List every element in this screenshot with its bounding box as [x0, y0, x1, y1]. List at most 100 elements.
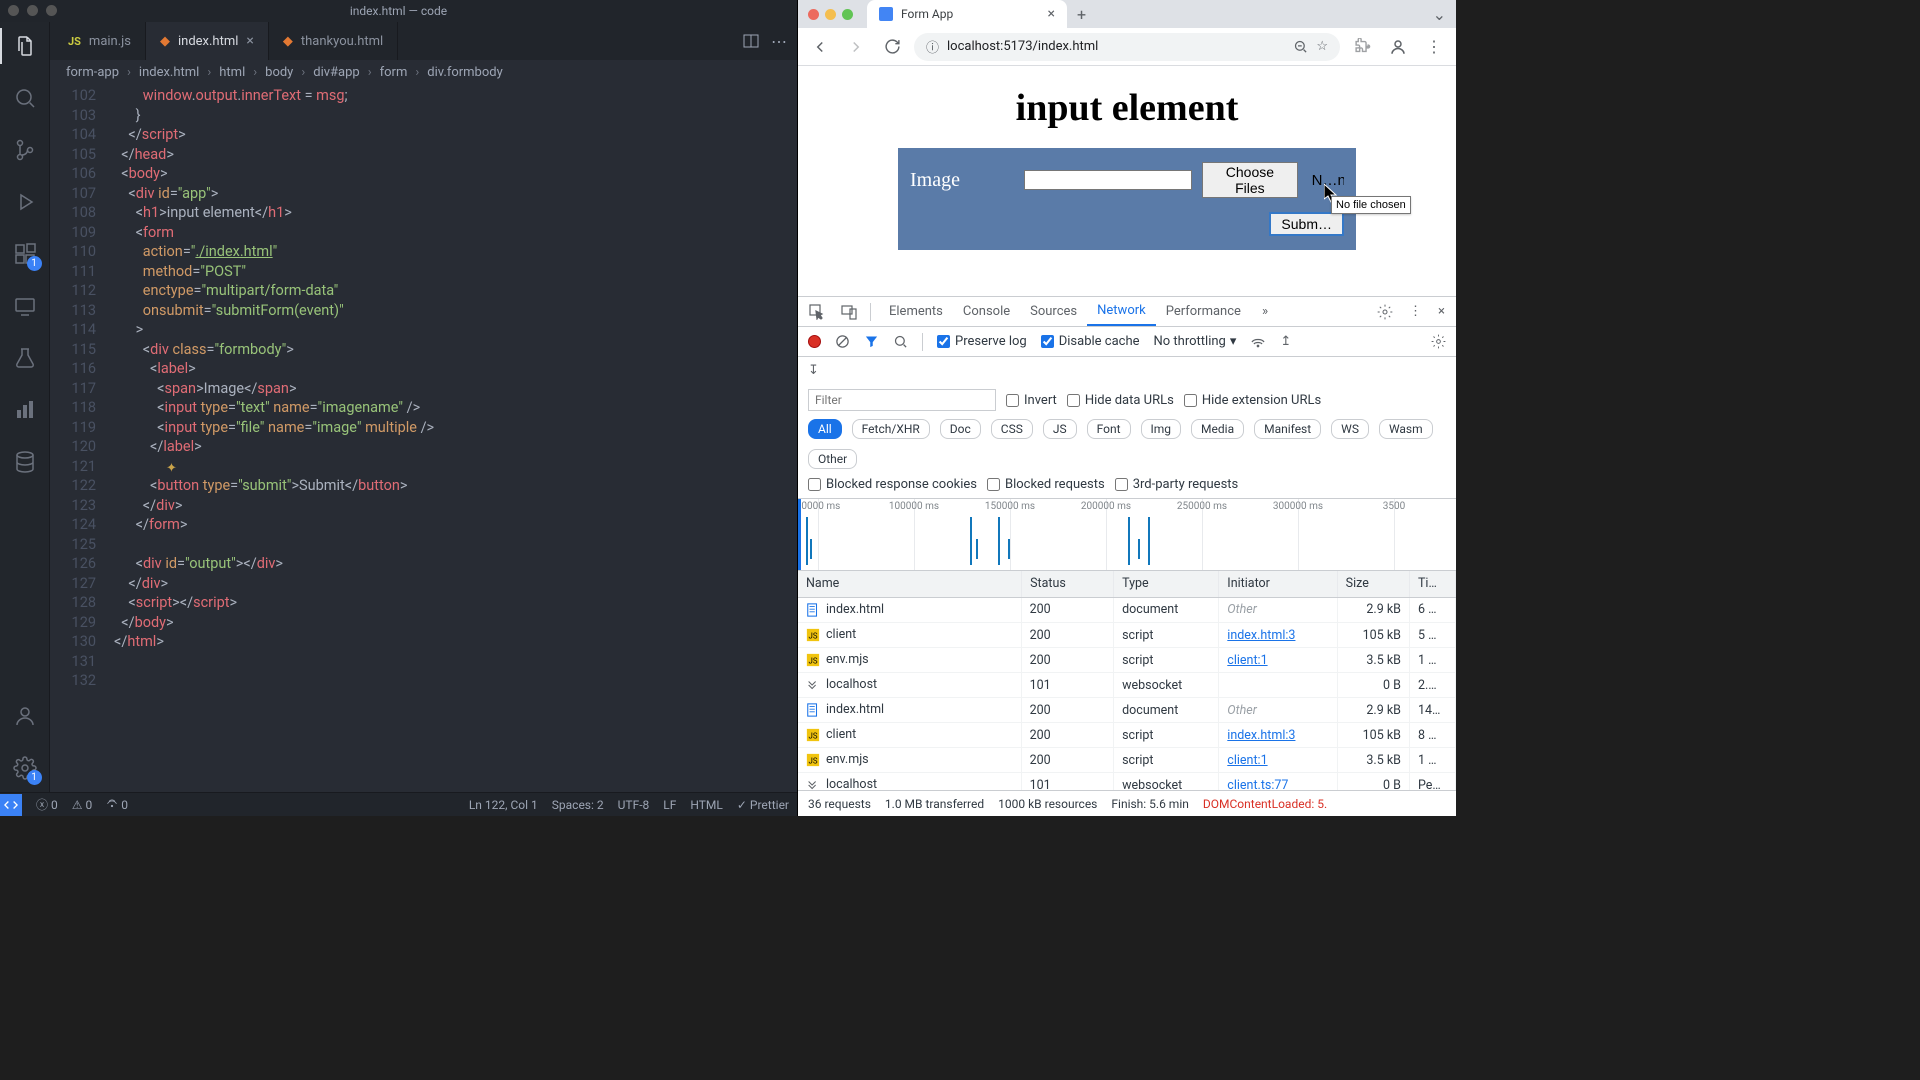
filter-pill-manifest[interactable]: Manifest	[1254, 419, 1321, 439]
traffic-close-icon[interactable]	[8, 5, 19, 16]
blocked-cookies-checkbox[interactable]: Blocked response cookies	[808, 477, 977, 492]
menu-button[interactable]: ⋮	[1420, 33, 1448, 61]
filter-pill-wasm[interactable]: Wasm	[1379, 419, 1433, 439]
profile-button[interactable]	[1384, 33, 1412, 61]
status-eol[interactable]: LF	[663, 798, 676, 812]
search-icon[interactable]	[11, 84, 39, 112]
traffic-close-icon[interactable]	[808, 9, 819, 20]
devtools-tab-performance[interactable]: Performance	[1156, 297, 1251, 326]
testing-icon[interactable]	[11, 344, 39, 372]
inspect-icon[interactable]	[804, 297, 830, 326]
record-button[interactable]	[808, 335, 821, 348]
traffic-max-icon[interactable]	[842, 9, 853, 20]
site-info-icon[interactable]: ⓘ	[926, 37, 939, 56]
filter-pill-ws[interactable]: WS	[1331, 419, 1369, 439]
new-tab-button[interactable]: +	[1077, 5, 1086, 24]
extensions-icon[interactable]: 1	[11, 240, 39, 268]
sql-icon[interactable]	[11, 448, 39, 476]
remote-icon[interactable]	[11, 292, 39, 320]
status-spaces[interactable]: Spaces: 2	[552, 798, 604, 812]
zoom-icon[interactable]	[1293, 39, 1308, 54]
status-prettier[interactable]: ✓ Prettier	[737, 798, 789, 812]
status-encoding[interactable]: UTF-8	[618, 798, 650, 812]
reload-button[interactable]	[878, 33, 906, 61]
devtools-settings-icon[interactable]	[1372, 304, 1398, 320]
filter-pill-js[interactable]: JS	[1043, 419, 1077, 439]
hide-data-urls-checkbox[interactable]: Hide data URLs	[1067, 393, 1174, 408]
devtools-menu-icon[interactable]: ⋮	[1404, 304, 1427, 319]
filter-pill-img[interactable]: Img	[1141, 419, 1182, 439]
status-lncol[interactable]: Ln 122, Col 1	[469, 798, 538, 812]
imagename-input[interactable]	[1024, 170, 1192, 190]
back-button[interactable]	[806, 33, 834, 61]
network-table[interactable]: NameStatusTypeInitiatorSizeTi… index.htm…	[798, 571, 1456, 790]
invert-checkbox[interactable]: Invert	[1006, 393, 1057, 408]
network-row[interactable]: JSenv.mjs200scriptclient:13.5 kB1 …	[798, 648, 1456, 673]
column-status[interactable]: Status	[1022, 571, 1114, 597]
explorer-icon[interactable]	[11, 32, 39, 60]
debug-icon[interactable]	[11, 188, 39, 216]
filter-pill-media[interactable]: Media	[1191, 419, 1244, 439]
device-icon[interactable]	[836, 297, 862, 326]
disable-cache-checkbox[interactable]: Disable cache	[1041, 334, 1140, 349]
third-party-checkbox[interactable]: 3rd-party requests	[1115, 477, 1239, 492]
filter-pill-font[interactable]: Font	[1087, 419, 1131, 439]
breadcrumb[interactable]: form-app›index.html›html›body›div#app›fo…	[50, 60, 797, 84]
network-settings-icon[interactable]	[1431, 334, 1446, 349]
filter-pill-other[interactable]: Other	[808, 449, 857, 469]
filter-pill-css[interactable]: CSS	[991, 419, 1033, 439]
submit-button[interactable]: Subm…	[1269, 212, 1344, 236]
network-row[interactable]: localhost101websocketclient.ts:770 BPe…	[798, 773, 1456, 791]
address-bar[interactable]: ⓘ localhost:5173/index.html ☆	[914, 33, 1340, 61]
filter-pill-fetch-xhr[interactable]: Fetch/XHR	[852, 419, 930, 439]
blocked-requests-checkbox[interactable]: Blocked requests	[987, 477, 1105, 492]
status-lang[interactable]: HTML	[690, 798, 723, 812]
network-row[interactable]: JSclient200scriptindex.html:3105 kB8 …	[798, 723, 1456, 748]
hide-ext-urls-checkbox[interactable]: Hide extension URLs	[1184, 393, 1321, 408]
tab-main-js[interactable]: JSmain.js	[54, 22, 146, 60]
filter-input[interactable]	[808, 389, 996, 411]
filter-pill-doc[interactable]: Doc	[940, 419, 981, 439]
warnings-count[interactable]: ⚠ 0	[72, 798, 92, 812]
tab-thankyou-html[interactable]: ◆thankyou.html	[269, 22, 398, 60]
network-timeline[interactable]: 50000 ms100000 ms150000 ms200000 ms25000…	[798, 499, 1456, 571]
choose-files-button[interactable]: Choose Files	[1202, 162, 1297, 198]
search-icon[interactable]	[893, 334, 908, 349]
code-editor[interactable]: 1021031041051061071081091101111121131141…	[50, 84, 797, 792]
tab-index-html[interactable]: ◆index.html×	[146, 22, 269, 60]
devtools-tab-network[interactable]: Network	[1087, 297, 1156, 326]
traffic-max-icon[interactable]	[46, 5, 57, 16]
column-size[interactable]: Size	[1337, 571, 1409, 597]
devtools-tab-elements[interactable]: Elements	[879, 297, 953, 326]
column-type[interactable]: Type	[1114, 571, 1219, 597]
column-name[interactable]: Name	[798, 571, 1022, 597]
network-row[interactable]: index.html200documentOther2.9 kB14…	[798, 698, 1456, 723]
devtools-tab-console[interactable]: Console	[953, 297, 1020, 326]
ports-count[interactable]: 0	[106, 797, 128, 812]
export-har-icon[interactable]: ↧	[808, 363, 819, 378]
network-row[interactable]: JSclient200scriptindex.html:3105 kB5 …	[798, 623, 1456, 648]
traffic-min-icon[interactable]	[27, 5, 38, 16]
network-row[interactable]: JSenv.mjs200scriptclient:13.5 kB1 …	[798, 748, 1456, 773]
traffic-min-icon[interactable]	[825, 9, 836, 20]
clear-button[interactable]	[835, 334, 850, 349]
bookmark-icon[interactable]: ☆	[1316, 39, 1328, 54]
column-initiator[interactable]: Initiator	[1219, 571, 1337, 597]
filter-pill-all[interactable]: All	[808, 419, 842, 439]
throttling-select[interactable]: No throttling ▾	[1154, 334, 1237, 349]
remote-button[interactable]	[0, 794, 22, 816]
devtools-close-icon[interactable]: ×	[1433, 304, 1450, 319]
expand-tabs-icon[interactable]: ⌄	[1433, 5, 1446, 24]
preserve-log-checkbox[interactable]: Preserve log	[937, 334, 1027, 349]
errors-count[interactable]: ⓧ 0	[36, 796, 58, 813]
chart-icon[interactable]	[11, 396, 39, 424]
browser-tab[interactable]: Form App ×	[867, 0, 1067, 28]
network-conditions-icon[interactable]	[1250, 334, 1266, 350]
import-har-icon[interactable]: ↥	[1280, 334, 1291, 349]
devtools-tab-sources[interactable]: Sources	[1020, 297, 1087, 326]
source-control-icon[interactable]	[11, 136, 39, 164]
account-icon[interactable]	[11, 702, 39, 730]
network-row[interactable]: index.html200documentOther2.9 kB6 …	[798, 597, 1456, 623]
close-icon[interactable]: ×	[1048, 6, 1055, 22]
close-icon[interactable]: ×	[246, 33, 253, 49]
